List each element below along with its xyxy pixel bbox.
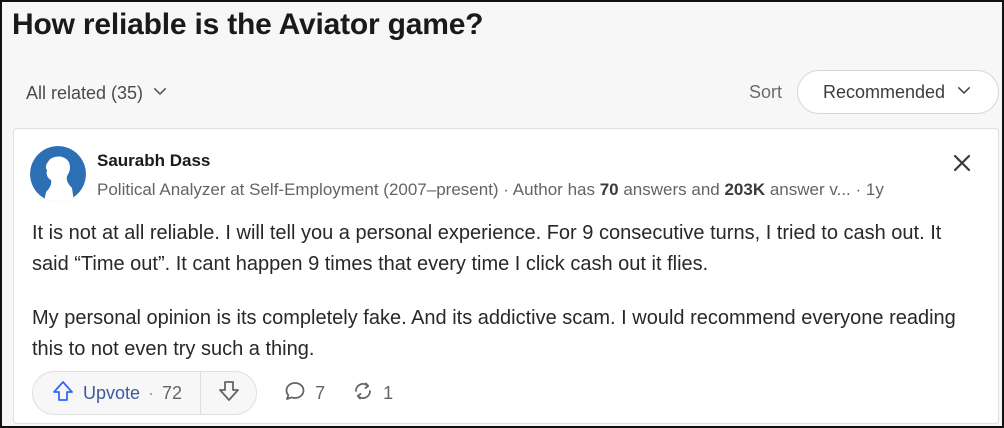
all-related-dropdown[interactable]: All related (35) [26, 82, 169, 105]
answer-paragraph: It is not at all reliable. I will tell y… [32, 222, 942, 275]
comment-button[interactable]: 7 [283, 379, 325, 408]
vote-pill: Upvote · 72 [32, 371, 258, 415]
comment-icon [283, 379, 307, 408]
answer-actions: Upvote · 72 7 1 [32, 371, 393, 415]
upvote-arrow-icon [51, 379, 75, 408]
upvote-label: Upvote [83, 382, 141, 403]
chevron-down-icon [955, 81, 973, 104]
question-title[interactable]: How reliable is the Aviator game? [12, 8, 484, 42]
answer-card: Saurabh Dass Political Analyzer at Self-… [13, 128, 999, 424]
answer-age[interactable]: · 1y [851, 180, 883, 199]
downvote-arrow-icon [217, 379, 241, 408]
share-button[interactable]: 1 [351, 379, 393, 408]
upvote-count: 72 [162, 382, 183, 403]
sort-value: Recommended [822, 81, 946, 102]
sort-label: Sort [749, 82, 783, 102]
sort-dropdown[interactable]: Recommended [797, 70, 999, 114]
close-icon[interactable] [949, 150, 975, 176]
share-count: 1 [383, 382, 394, 403]
answer-paragraph: My personal opinion is its completely fa… [32, 307, 956, 360]
avatar[interactable] [30, 146, 86, 202]
related-label: All related (35) [26, 83, 144, 103]
chevron-down-icon [151, 82, 169, 105]
author-credentials: Political Analyzer at Self-Employment (2… [97, 180, 884, 199]
comment-count: 7 [315, 382, 326, 403]
share-icon [351, 379, 375, 408]
upvote-button[interactable]: Upvote · 72 [33, 372, 200, 414]
downvote-button[interactable] [200, 372, 256, 414]
author-name[interactable]: Saurabh Dass [97, 151, 210, 171]
